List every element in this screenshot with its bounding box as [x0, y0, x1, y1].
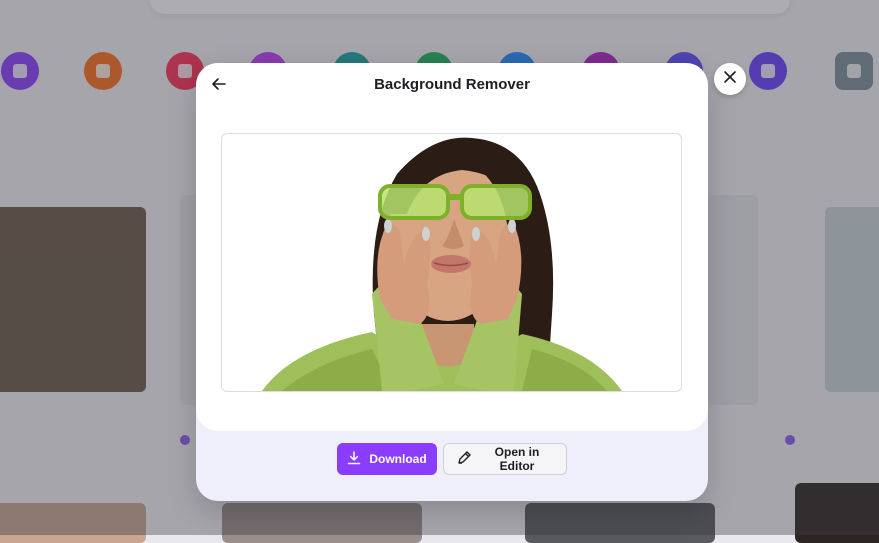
download-label: Download — [369, 452, 427, 466]
download-icon — [347, 450, 361, 468]
background-remover-modal: Background Remover Download Open in Edit… — [196, 63, 708, 501]
modal-actions: Download Open in Editor — [196, 443, 708, 477]
modal-content: Background Remover — [196, 63, 708, 431]
pencil-icon — [456, 450, 472, 469]
close-icon — [723, 70, 737, 89]
modal-title: Background Remover — [374, 76, 530, 93]
open-in-editor-button[interactable]: Open in Editor — [443, 443, 567, 475]
image-preview — [221, 133, 682, 392]
portrait-cutout-image — [262, 137, 622, 391]
close-button[interactable] — [714, 63, 746, 95]
open-in-editor-label: Open in Editor — [494, 445, 540, 473]
download-button[interactable]: Download — [337, 443, 437, 475]
